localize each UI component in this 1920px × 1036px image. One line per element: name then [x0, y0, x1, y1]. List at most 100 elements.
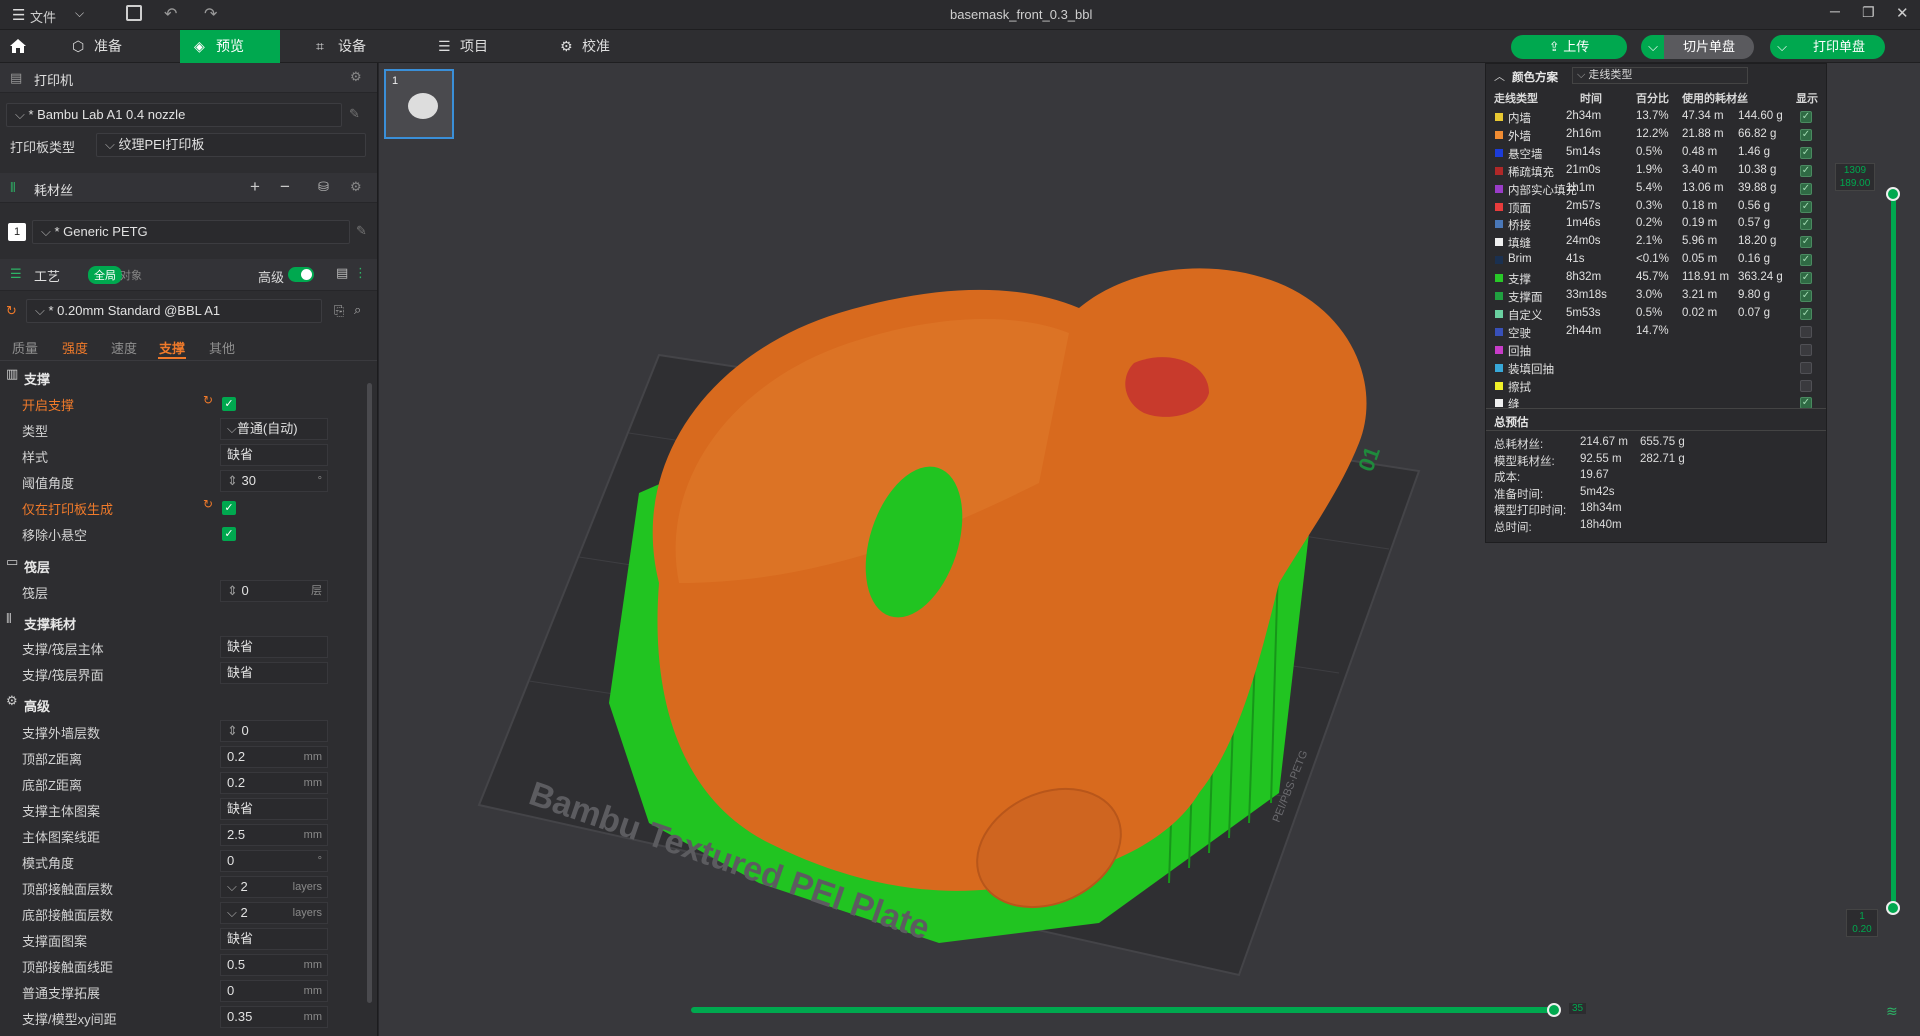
- filament-select[interactable]: ⌵ * Generic PETG: [32, 220, 350, 244]
- xy-distance-input[interactable]: 0.35 mm: [220, 1006, 328, 1028]
- header-percent: 百分比: [1636, 93, 1669, 105]
- legend-visibility-checkbox[interactable]: ✓: [1800, 307, 1812, 320]
- edit-icon[interactable]: ✎: [356, 223, 367, 239]
- reset-icon[interactable]: ↻: [203, 393, 213, 407]
- summary-label: 总耗材丝:: [1494, 439, 1544, 451]
- iface-spacing-input[interactable]: 0.5 mm: [220, 954, 328, 976]
- base-pattern-select[interactable]: 缺省: [220, 798, 328, 820]
- legend-visibility-checkbox[interactable]: [1800, 325, 1812, 338]
- bottom-z-input[interactable]: 0.2 mm: [220, 772, 328, 794]
- gear-icon[interactable]: ⚙: [350, 179, 362, 195]
- maximize-icon[interactable]: ❐: [1862, 4, 1875, 21]
- add-icon[interactable]: +: [250, 177, 260, 197]
- scrollbar[interactable]: [367, 383, 372, 1003]
- color-scheme-select[interactable]: ⌵ 走线类型: [1572, 67, 1748, 84]
- raft-layers-input[interactable]: ⇕ 0 层: [220, 580, 328, 602]
- layer-slider-bottom-handle[interactable]: [1886, 901, 1900, 915]
- legend-visibility-checkbox[interactable]: [1800, 343, 1812, 356]
- remove-icon[interactable]: −: [280, 177, 290, 197]
- tab-project[interactable]: ☰ 项目: [424, 30, 524, 63]
- support-style-select[interactable]: 缺省: [220, 444, 328, 466]
- gear-icon[interactable]: ⚙: [350, 69, 362, 85]
- advanced-switch[interactable]: [288, 267, 314, 282]
- legend-visibility-checkbox[interactable]: ✓: [1800, 218, 1812, 231]
- legend-visibility-checkbox[interactable]: ✓: [1800, 111, 1812, 123]
- layer-slider-track[interactable]: [1891, 193, 1896, 908]
- support-type-select[interactable]: ⌵普通(自动): [220, 418, 328, 440]
- remove-small-checkbox[interactable]: ✓: [222, 527, 236, 541]
- collapse-icon[interactable]: ︿: [1494, 68, 1505, 84]
- support-expand-input[interactable]: 0 mm: [220, 980, 328, 1002]
- stepper-icon[interactable]: ⇕: [227, 583, 242, 598]
- support-iface-select[interactable]: 缺省: [220, 662, 328, 684]
- subtab-support[interactable]: 支撑: [159, 338, 185, 357]
- edit-icon[interactable]: ✎: [349, 106, 360, 122]
- print-button[interactable]: 打印单盘: [1793, 35, 1885, 59]
- subtab-other[interactable]: 其他: [209, 338, 235, 357]
- move-slider-track[interactable]: [691, 1007, 1555, 1013]
- bottom-iface-layers-input[interactable]: ⌵ 2 layers: [220, 902, 328, 924]
- subtab-quality[interactable]: 质量: [12, 338, 38, 357]
- slice-dropdown[interactable]: ⌵: [1641, 35, 1665, 59]
- tree-icon[interactable]: ⋮: [354, 265, 367, 281]
- reset-icon[interactable]: ↻: [6, 303, 17, 319]
- menu-icon[interactable]: ☰: [12, 6, 25, 24]
- move-slider-handle[interactable]: [1547, 1003, 1561, 1017]
- legend-visibility-checkbox[interactable]: ✓: [1800, 182, 1812, 195]
- pattern-angle-input[interactable]: 0 °: [220, 850, 328, 872]
- iface-pattern-select[interactable]: 缺省: [220, 928, 328, 950]
- tab-preview[interactable]: ◈ 预览: [180, 30, 280, 63]
- minimize-icon[interactable]: ─: [1830, 3, 1840, 19]
- filament-slot[interactable]: 1: [8, 223, 26, 241]
- close-icon[interactable]: ✕: [1896, 4, 1909, 22]
- on-plate-only-checkbox[interactable]: ✓: [222, 501, 236, 515]
- legend-visibility-checkbox[interactable]: ✓: [1800, 164, 1812, 177]
- upload-button[interactable]: ⇪ 上传: [1511, 35, 1627, 59]
- layer-slider-top-handle[interactable]: [1886, 187, 1900, 201]
- tab-device[interactable]: ⌗ 设备: [302, 30, 402, 63]
- legend-visibility-checkbox[interactable]: [1800, 361, 1812, 374]
- undo-icon[interactable]: ↶: [164, 4, 177, 24]
- process-preset-select[interactable]: ⌵ * 0.20mm Standard @BBL A1: [26, 299, 322, 323]
- home-icon[interactable]: [8, 36, 28, 56]
- compare-icon[interactable]: ▤: [336, 265, 348, 281]
- top-iface-layers-input[interactable]: ⌵ 2 layers: [220, 876, 328, 898]
- threshold-angle-input[interactable]: ⇕ 30 °: [220, 470, 328, 492]
- tab-calibrate[interactable]: ⚙ 校准: [546, 30, 646, 63]
- subtab-speed[interactable]: 速度: [111, 338, 137, 357]
- chevron-down-icon[interactable]: ⌵: [75, 6, 84, 21]
- support-base-select[interactable]: 缺省: [220, 636, 328, 658]
- reset-icon[interactable]: ↻: [203, 497, 213, 511]
- save-icon[interactable]: [126, 5, 142, 21]
- enable-support-checkbox[interactable]: ✓: [222, 397, 236, 411]
- legend-visibility-checkbox[interactable]: [1800, 379, 1812, 392]
- legend-visibility-checkbox[interactable]: ✓: [1800, 290, 1812, 302]
- global-toggle[interactable]: 全局: [88, 266, 122, 284]
- legend-visibility-checkbox[interactable]: ✓: [1800, 128, 1812, 141]
- stepper-icon[interactable]: ⇕: [227, 723, 242, 738]
- legend-visibility-checkbox[interactable]: ✓: [1800, 200, 1812, 213]
- stepper-icon[interactable]: ⇕: [227, 473, 242, 488]
- legend-visibility-checkbox[interactable]: ✓: [1800, 272, 1812, 285]
- subtab-strength[interactable]: 强度: [62, 338, 88, 357]
- legend-visibility-checkbox[interactable]: ✓: [1800, 254, 1812, 267]
- search-icon[interactable]: ⌕: [354, 302, 361, 318]
- plate-type-select[interactable]: ⌵ 纹理PEI打印板: [96, 133, 366, 157]
- save-preset-icon[interactable]: ⎘: [334, 303, 344, 319]
- object-toggle[interactable]: 对象: [120, 267, 142, 283]
- tab-prepare[interactable]: ⬡ 准备: [58, 30, 158, 63]
- slice-button[interactable]: 切片单盘: [1664, 35, 1754, 59]
- print-dropdown[interactable]: ⌵: [1770, 35, 1794, 59]
- legend-visibility-checkbox[interactable]: ✓: [1800, 236, 1812, 249]
- printer-select[interactable]: ⌵ * Bambu Lab A1 0.4 nozzle: [6, 103, 342, 127]
- redo-icon[interactable]: ↷: [204, 4, 217, 24]
- legend-weight: 144.60 g: [1738, 110, 1783, 122]
- legend-visibility-checkbox[interactable]: ✓: [1800, 146, 1812, 159]
- support-wall-input[interactable]: ⇕ 0: [220, 720, 328, 742]
- pattern-spacing-input[interactable]: 2.5 mm: [220, 824, 328, 846]
- sync-icon[interactable]: ⛁: [318, 179, 329, 195]
- file-menu[interactable]: 文件: [30, 7, 56, 26]
- top-z-input[interactable]: 0.2 mm: [220, 746, 328, 768]
- layers-icon[interactable]: ≋: [1886, 1003, 1898, 1020]
- plate-thumbnail[interactable]: 1: [384, 69, 454, 139]
